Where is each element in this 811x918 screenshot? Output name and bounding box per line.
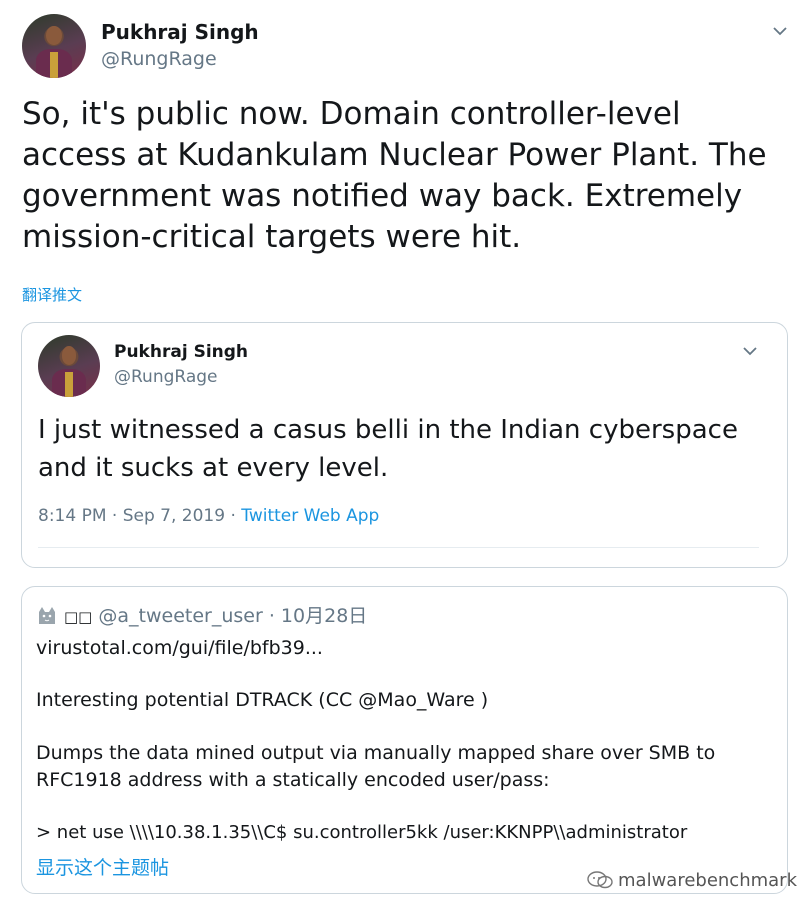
embedded-handle[interactable]: @a_tweeter_user <box>98 605 262 627</box>
embedded-display-name[interactable]: □□ <box>64 608 92 626</box>
card-line: virustotal.com/gui/file/bfb39... <box>36 637 323 659</box>
author-handle[interactable]: @RungRage <box>101 48 217 70</box>
divider <box>38 547 759 548</box>
embedded-date: · 10月28日 <box>262 605 368 627</box>
card-line: > net use \\\\10.38.1.35\\C$ su.controll… <box>36 822 688 843</box>
quoted-tweet[interactable]: Pukhraj Singh @RungRage I just witnessed… <box>21 322 788 568</box>
wechat-icon <box>587 871 613 889</box>
chevron-down-icon[interactable] <box>742 343 758 359</box>
quoted-author-avatar[interactable] <box>38 335 100 397</box>
chevron-down-icon[interactable] <box>772 23 788 39</box>
embedded-tweet-card[interactable]: □□ @a_tweeter_user · 10月28日 virustotal.c… <box>21 586 788 894</box>
translate-tweet-link[interactable]: 翻译推文 <box>22 284 82 305</box>
quoted-author-name[interactable]: Pukhraj Singh <box>114 342 248 362</box>
watermark: malwarebenchmark <box>586 870 797 891</box>
quoted-author-handle[interactable]: @RungRage <box>114 367 218 387</box>
quoted-tweet-time[interactable]: 8:14 PM · Sep 7, 2019 · <box>38 506 241 526</box>
card-line: Interesting potential DTRACK (CC @Mao_Wa… <box>36 689 489 711</box>
cat-icon[interactable] <box>36 604 58 626</box>
card-line: RFC1918 address with a statically encode… <box>36 769 550 791</box>
embedded-tweet-header: □□ @a_tweeter_user · 10月28日 <box>36 601 367 628</box>
watermark-text: malwarebenchmark <box>618 870 797 891</box>
card-line: Dumps the data mined output via manually… <box>36 742 716 764</box>
quoted-tweet-source[interactable]: Twitter Web App <box>241 506 379 526</box>
show-thread-link[interactable]: 显示这个主题帖 <box>36 853 169 880</box>
author-avatar[interactable] <box>22 14 86 78</box>
tweet-text: So, it's public now. Domain controller-l… <box>22 96 767 255</box>
quoted-tweet-meta: 8:14 PM · Sep 7, 2019 · Twitter Web App <box>38 506 379 526</box>
quoted-tweet-text: I just witnessed a casus belli in the In… <box>38 415 738 483</box>
author-name[interactable]: Pukhraj Singh <box>101 20 259 44</box>
